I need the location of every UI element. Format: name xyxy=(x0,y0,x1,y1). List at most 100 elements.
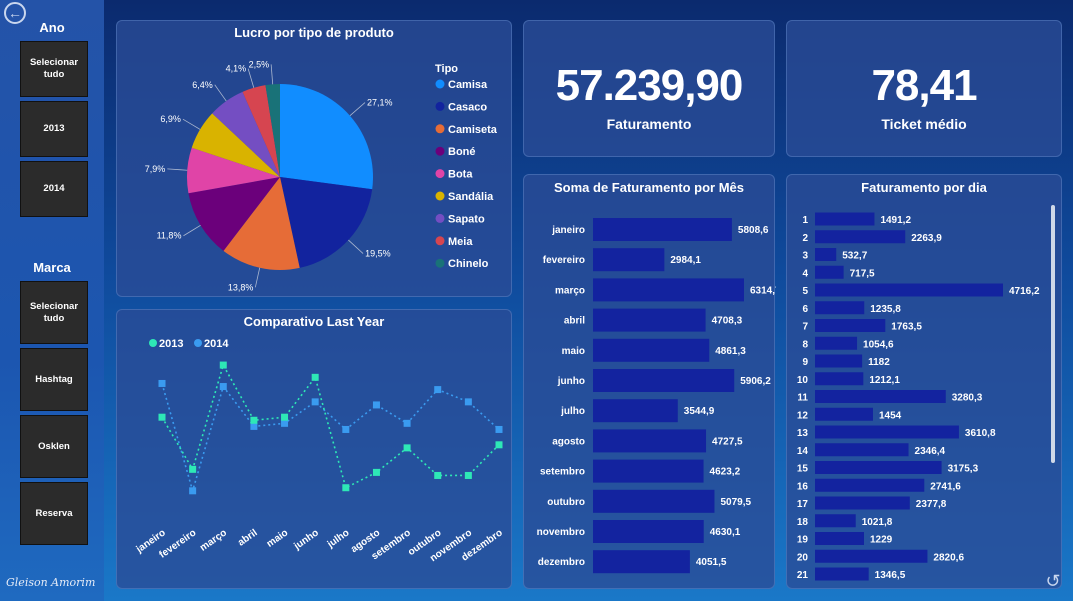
month-category-label: novembro xyxy=(537,527,585,538)
pie-legend-marker xyxy=(435,101,445,111)
line-point-2014 xyxy=(464,398,472,406)
day-bar-2 xyxy=(815,230,906,244)
day-category-label: 1 xyxy=(802,215,808,226)
author-signature: Gleison Amorim xyxy=(6,576,96,589)
day-bar-11 xyxy=(815,390,946,403)
month-category-label: outubro xyxy=(547,497,585,508)
line-point-2014 xyxy=(495,425,503,433)
day-value-label: 1454 xyxy=(879,410,902,421)
month-bar-julho xyxy=(593,399,678,423)
pie-leader-line xyxy=(247,68,255,88)
slicer-marca-selecionar-tudo[interactable]: Selecionar tudo xyxy=(20,281,88,344)
month-bar-janeiro xyxy=(593,218,732,241)
pie-legend-item: Chinelo xyxy=(448,258,489,270)
line-point-2013 xyxy=(219,361,227,369)
day-bar-20 xyxy=(815,549,928,563)
day-bar-chart: 1 1491,2 2 2263,9 3 532,7 4 717,5 5 4716,2 6 1235,8… xyxy=(797,212,1040,581)
day-category-label: 12 xyxy=(797,410,809,421)
slicer-marca-hashtag[interactable]: Hashtag xyxy=(20,348,88,411)
month-category-label: dezembro xyxy=(538,557,585,568)
pie-legend-marker xyxy=(435,213,445,223)
day-value-label: 2346,4 xyxy=(915,446,946,457)
pie-legend-item: Bota xyxy=(448,169,473,181)
sidebar: ← Ano Selecionar tudo 2013 2014 Marca Se… xyxy=(0,0,104,601)
slicer-marca-osklen[interactable]: Osklen xyxy=(20,415,88,478)
pie-value-label: 6,4% xyxy=(192,80,213,90)
line-point-2014 xyxy=(219,383,227,391)
line-point-2013 xyxy=(434,471,442,479)
line-series-2014 xyxy=(161,383,500,494)
month-bar-novembro xyxy=(593,520,704,543)
day-bar-19 xyxy=(815,532,864,545)
day-category-label: 13 xyxy=(797,428,809,439)
slicer-ano-2014[interactable]: 2014 xyxy=(20,161,88,217)
day-category-label: 10 xyxy=(797,375,809,386)
pie-leader-line xyxy=(349,102,366,117)
month-bar-dezembro xyxy=(593,550,690,574)
line-x-tick-label: abril xyxy=(236,527,260,548)
month-bar-fevereiro xyxy=(593,248,665,272)
line-point-2013 xyxy=(311,373,319,381)
month-value-label: 4051,5 xyxy=(696,557,727,568)
slicer-title-ano: Ano xyxy=(39,20,65,35)
pie-value-label: 7,9% xyxy=(145,164,166,174)
day-category-label: 18 xyxy=(797,517,809,528)
day-value-label: 1182 xyxy=(868,357,890,368)
slicer-marca-reserva[interactable]: Reserva xyxy=(20,482,88,545)
line-point-2014 xyxy=(434,386,442,394)
day-chart-scrollbar[interactable] xyxy=(1051,205,1055,463)
day-category-label: 3 xyxy=(802,251,808,262)
line-point-2014 xyxy=(403,419,411,427)
line-x-tick-label: junho xyxy=(291,527,320,552)
month-value-label: 4623,2 xyxy=(710,467,741,478)
month-value-label: 4630,1 xyxy=(710,527,741,538)
line-x-tick-label: março xyxy=(198,527,229,553)
day-category-label: 9 xyxy=(802,357,808,368)
line-legend-item: 2014 xyxy=(204,338,229,350)
slicer-ano-2013[interactable]: 2013 xyxy=(20,101,88,157)
month-category-label: abril xyxy=(564,316,585,327)
pie-legend-marker xyxy=(435,169,445,179)
line-x-tick-label: julho xyxy=(325,527,352,550)
pie-legend-marker xyxy=(435,79,445,89)
day-bar-panel: Faturamento por dia 1 1491,2 2 2263,9 3 532,7… xyxy=(786,174,1062,589)
day-value-label: 717,5 xyxy=(850,268,875,279)
day-value-label: 3610,8 xyxy=(965,428,996,439)
month-bar-panel: Soma de Faturamento por Mês janeiro 5808,… xyxy=(523,174,776,589)
pie-leader-line xyxy=(183,225,201,237)
day-bar-1 xyxy=(815,212,875,226)
day-bar-6 xyxy=(815,301,865,315)
day-value-label: 1763,5 xyxy=(891,322,922,333)
month-value-label: 3544,9 xyxy=(684,406,715,417)
day-value-label: 1229 xyxy=(870,535,893,546)
pie-legend-item: Camiseta xyxy=(448,124,498,136)
pie-leader-line xyxy=(270,64,274,85)
month-category-label: maio xyxy=(562,346,585,357)
day-value-label: 3175,3 xyxy=(948,464,979,475)
month-category-label: janeiro xyxy=(551,225,585,236)
month-category-label: agosto xyxy=(552,436,585,447)
day-bar-3 xyxy=(815,248,837,261)
pie-leader-line xyxy=(348,239,364,254)
day-value-label: 2741,6 xyxy=(930,481,961,492)
day-bar-17 xyxy=(815,496,910,510)
day-bar-13 xyxy=(815,425,959,439)
day-category-label: 6 xyxy=(802,304,808,315)
line-chart-panel: Comparativo Last Year 2013 2014 janeiro fev… xyxy=(116,309,512,589)
day-category-label: 2 xyxy=(802,233,808,244)
line-x-tick-label: maio xyxy=(265,527,290,549)
month-category-label: julho xyxy=(560,406,585,417)
day-bar-12 xyxy=(815,407,873,421)
slicer-ano-selecionar-tudo[interactable]: Selecionar tudo xyxy=(20,41,88,97)
day-category-label: 19 xyxy=(797,535,809,546)
pie-leader-line xyxy=(214,84,227,102)
day-value-label: 2263,9 xyxy=(911,233,942,244)
day-value-label: 532,7 xyxy=(842,251,867,262)
month-bar-abril xyxy=(593,308,706,332)
day-category-label: 17 xyxy=(797,499,809,510)
pie-value-label: 11,8% xyxy=(157,231,182,241)
line-point-2013 xyxy=(189,465,197,473)
undo-arrow-icon[interactable]: ↺ xyxy=(1042,570,1064,592)
pie-chart: 27,1% 19,5% 13,8% 11,8% 7,9% 6,9% 6,4% 4,1% 2,5%… xyxy=(145,59,498,292)
kpi-faturamento-label: Faturamento xyxy=(606,116,692,132)
